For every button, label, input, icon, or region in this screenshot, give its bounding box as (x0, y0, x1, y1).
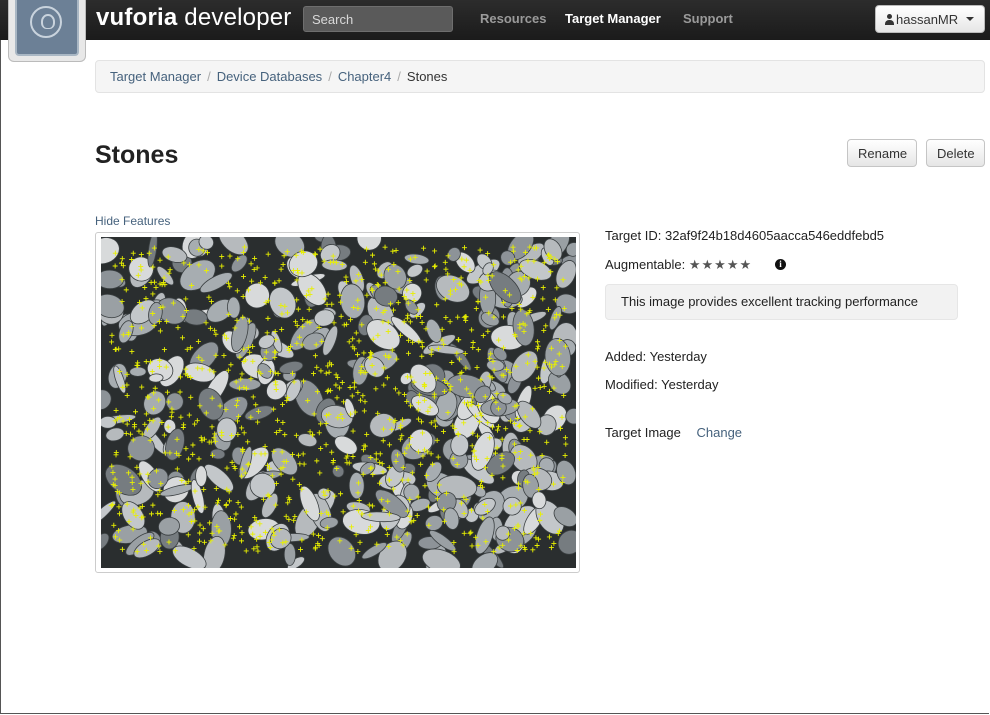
added-value: Yesterday (649, 349, 707, 364)
user-name: hassanMR (896, 11, 959, 27)
breadcrumb-device-databases[interactable]: Device Databases (217, 69, 323, 84)
page-title: Stones (95, 141, 179, 169)
breadcrumb-separator: / (397, 69, 401, 84)
breadcrumb-separator: / (328, 69, 332, 84)
modified-row: Modified: Yesterday (605, 377, 718, 392)
target-image-frame (95, 232, 580, 573)
person-icon (885, 13, 894, 25)
search-input[interactable] (303, 6, 453, 32)
nav-resources[interactable]: Resources (480, 11, 546, 26)
breadcrumb: Target Manager / Device Databases / Chapter4… (95, 60, 985, 93)
logo-badge (15, 0, 79, 56)
breadcrumb-separator: / (207, 69, 211, 84)
hide-features-link[interactable]: Hide Features (95, 214, 170, 228)
info-icon[interactable]: i (775, 259, 786, 270)
star-icon: ★ (739, 257, 753, 272)
star-icon: ★ (688, 257, 702, 272)
top-navbar: vuforia developer Resources Target Manag… (0, 0, 990, 40)
augmentable-row: Augmentable: ★★★★★ (605, 257, 752, 273)
delete-button[interactable]: Delete (926, 139, 985, 167)
breadcrumb-chapter4[interactable]: Chapter4 (338, 69, 391, 84)
breadcrumb-target-manager[interactable]: Target Manager (110, 69, 201, 84)
added-label: Added: (605, 349, 647, 364)
nav-support[interactable]: Support (683, 11, 733, 26)
caret-down-icon (966, 17, 975, 21)
modified-value: Yesterday (661, 377, 719, 392)
augmentable-label: Augmentable: (605, 257, 686, 272)
target-image-label: Target Image (605, 425, 681, 440)
star-icon: ★ (701, 257, 715, 272)
target-image-row: Target Image Change (605, 425, 742, 440)
star-rating: ★★★★★ (689, 257, 752, 272)
change-image-link[interactable]: Change (697, 425, 743, 440)
vuforia-logo[interactable] (8, 0, 86, 62)
star-icon: ★ (726, 257, 740, 272)
rename-button[interactable]: Rename (847, 139, 917, 167)
target-id-label: Target ID: (605, 228, 662, 243)
target-id-row: Target ID: 32af9f24b18d4605aacca546eddfe… (605, 228, 884, 243)
star-icon: ★ (714, 257, 727, 272)
brand-title[interactable]: vuforia developer (96, 4, 292, 32)
breadcrumb-current: Stones (406, 69, 448, 84)
vuforia-logo-icon (30, 6, 62, 38)
user-menu-button[interactable]: hassanMR (875, 5, 985, 33)
nav-target-manager[interactable]: Target Manager (565, 11, 661, 26)
target-image (101, 237, 576, 568)
added-row: Added: Yesterday (605, 349, 707, 364)
tracking-quality-message: This image provides excellent tracking p… (605, 284, 958, 320)
target-id-value: 32af9f24b18d4605aacca546eddfebd5 (664, 228, 885, 243)
modified-label: Modified: (605, 377, 658, 392)
